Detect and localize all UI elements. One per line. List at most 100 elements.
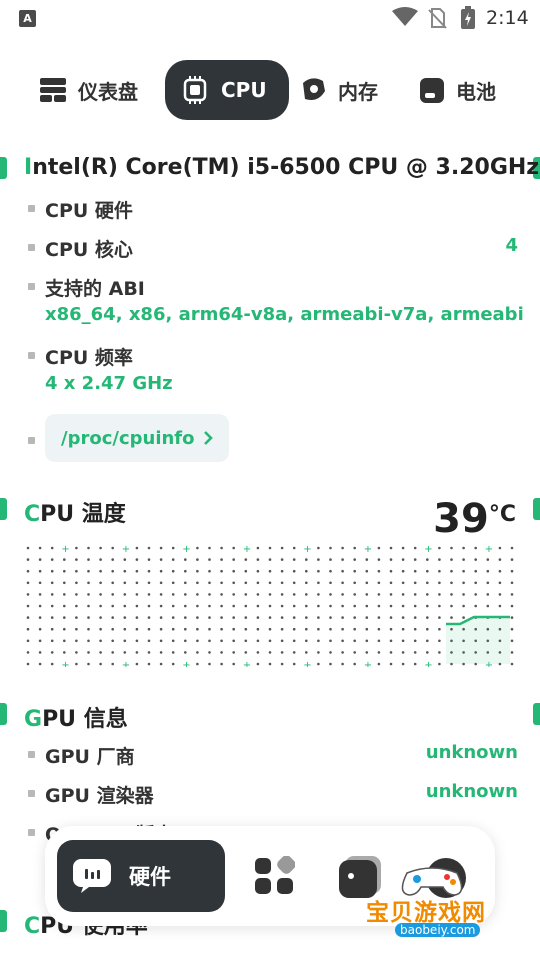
grid-dot xyxy=(389,569,393,573)
grid-dot xyxy=(426,558,429,561)
grid-dot xyxy=(159,616,163,619)
grid-dot xyxy=(196,627,199,631)
grid-dot xyxy=(438,581,441,585)
grid-plus: + xyxy=(424,545,432,555)
grid-dot xyxy=(256,651,260,654)
grid-plus: + xyxy=(303,545,311,555)
grid-dot xyxy=(208,593,211,596)
grid-dot xyxy=(268,569,272,573)
grid-dot xyxy=(99,558,102,561)
grid-dot xyxy=(510,546,514,550)
grid-dot xyxy=(244,593,248,596)
tab-dashboard[interactable]: 仪表盘 xyxy=(40,60,138,120)
grid-dot xyxy=(123,604,127,608)
grid-dot xyxy=(341,627,344,631)
grid-dot xyxy=(196,651,199,654)
grid-dot xyxy=(317,639,320,643)
grid-dot xyxy=(317,581,320,585)
grid-dot xyxy=(280,616,284,619)
grid-dot xyxy=(111,627,114,631)
grid-dot xyxy=(38,616,42,619)
grid-dot xyxy=(159,639,163,643)
grid-dot xyxy=(280,569,284,573)
proc-cpuinfo-link[interactable]: /proc/cpuinfo xyxy=(45,414,229,462)
grid-dot xyxy=(292,593,296,596)
grid-dot xyxy=(377,558,381,561)
grid-dot xyxy=(377,627,381,631)
grid-dot xyxy=(341,581,344,585)
grid-dot xyxy=(50,616,54,619)
bullet xyxy=(28,205,35,212)
grid-dot xyxy=(111,581,114,585)
grid-dot xyxy=(413,569,417,573)
grid-dot xyxy=(208,651,211,654)
grid-dot xyxy=(450,546,453,550)
grid-dot xyxy=(341,616,344,619)
grid-plus: + xyxy=(303,660,311,667)
grid-dot xyxy=(38,546,42,550)
grid-dot xyxy=(38,569,42,573)
grid-dot xyxy=(280,604,284,608)
grid-dot xyxy=(123,558,127,561)
tab-label: CPU xyxy=(221,78,267,102)
grid-dot xyxy=(462,558,465,561)
info-value: 4 x 2.47 GHz xyxy=(45,373,173,394)
grid-dot xyxy=(486,558,490,561)
grid-dot xyxy=(292,616,296,619)
grid-dot xyxy=(147,627,151,631)
grid-dot xyxy=(244,569,248,573)
apps-grid-icon[interactable] xyxy=(253,856,295,896)
grid-dot xyxy=(111,546,114,550)
grid-dot xyxy=(232,569,235,573)
grid-dot xyxy=(510,651,514,654)
grid-dot xyxy=(510,581,514,585)
tab-battery[interactable]: 电池 xyxy=(420,60,496,120)
grid-dot xyxy=(135,651,139,654)
gpu-info-title: GPU 信息 xyxy=(24,707,128,732)
grid-dot xyxy=(208,546,211,550)
grid-plus: + xyxy=(61,660,69,667)
grid-dot xyxy=(159,593,163,596)
grid-dot xyxy=(389,593,393,596)
grid-dot xyxy=(292,662,296,666)
grid-dot xyxy=(317,593,320,596)
grid-dot xyxy=(498,604,502,608)
tab-memory[interactable]: 内存 xyxy=(300,60,378,120)
grid-dot xyxy=(26,546,30,550)
grid-dot xyxy=(75,604,78,608)
battery-icon xyxy=(420,78,444,103)
grid-dot xyxy=(329,627,332,631)
grid-dot xyxy=(135,662,139,666)
grid-dot xyxy=(365,569,369,573)
grid-dot xyxy=(389,604,393,608)
grid-dot xyxy=(341,558,344,561)
grid-dot xyxy=(75,639,78,643)
grid-dot xyxy=(63,616,66,619)
grid-dot xyxy=(305,639,308,643)
grid-dot xyxy=(510,593,514,596)
status-bar: A 2:14 xyxy=(0,0,540,36)
grid-dot xyxy=(317,546,320,550)
grid-dot xyxy=(438,569,441,573)
grid-dot xyxy=(426,604,429,608)
tab-cpu[interactable]: CPU xyxy=(165,60,289,120)
grid-dot xyxy=(341,546,344,550)
grid-dot xyxy=(171,651,175,654)
grid-dot xyxy=(389,662,393,666)
grid-dot xyxy=(450,569,453,573)
bullet xyxy=(28,437,35,444)
nav-hardware[interactable]: 硬件 xyxy=(57,840,225,912)
grid-dot xyxy=(111,616,114,619)
grid-dot xyxy=(75,546,78,550)
grid-dot xyxy=(123,616,127,619)
grid-dot xyxy=(135,558,139,561)
grid-dot xyxy=(341,662,344,666)
grid-dot xyxy=(498,569,502,573)
grid-dot xyxy=(208,662,211,666)
grid-dot xyxy=(317,569,320,573)
grid-dot xyxy=(196,558,199,561)
nav-label: 硬件 xyxy=(129,865,171,889)
grid-dot xyxy=(413,627,417,631)
grid-dot xyxy=(26,558,30,561)
grid-dot xyxy=(26,651,30,654)
